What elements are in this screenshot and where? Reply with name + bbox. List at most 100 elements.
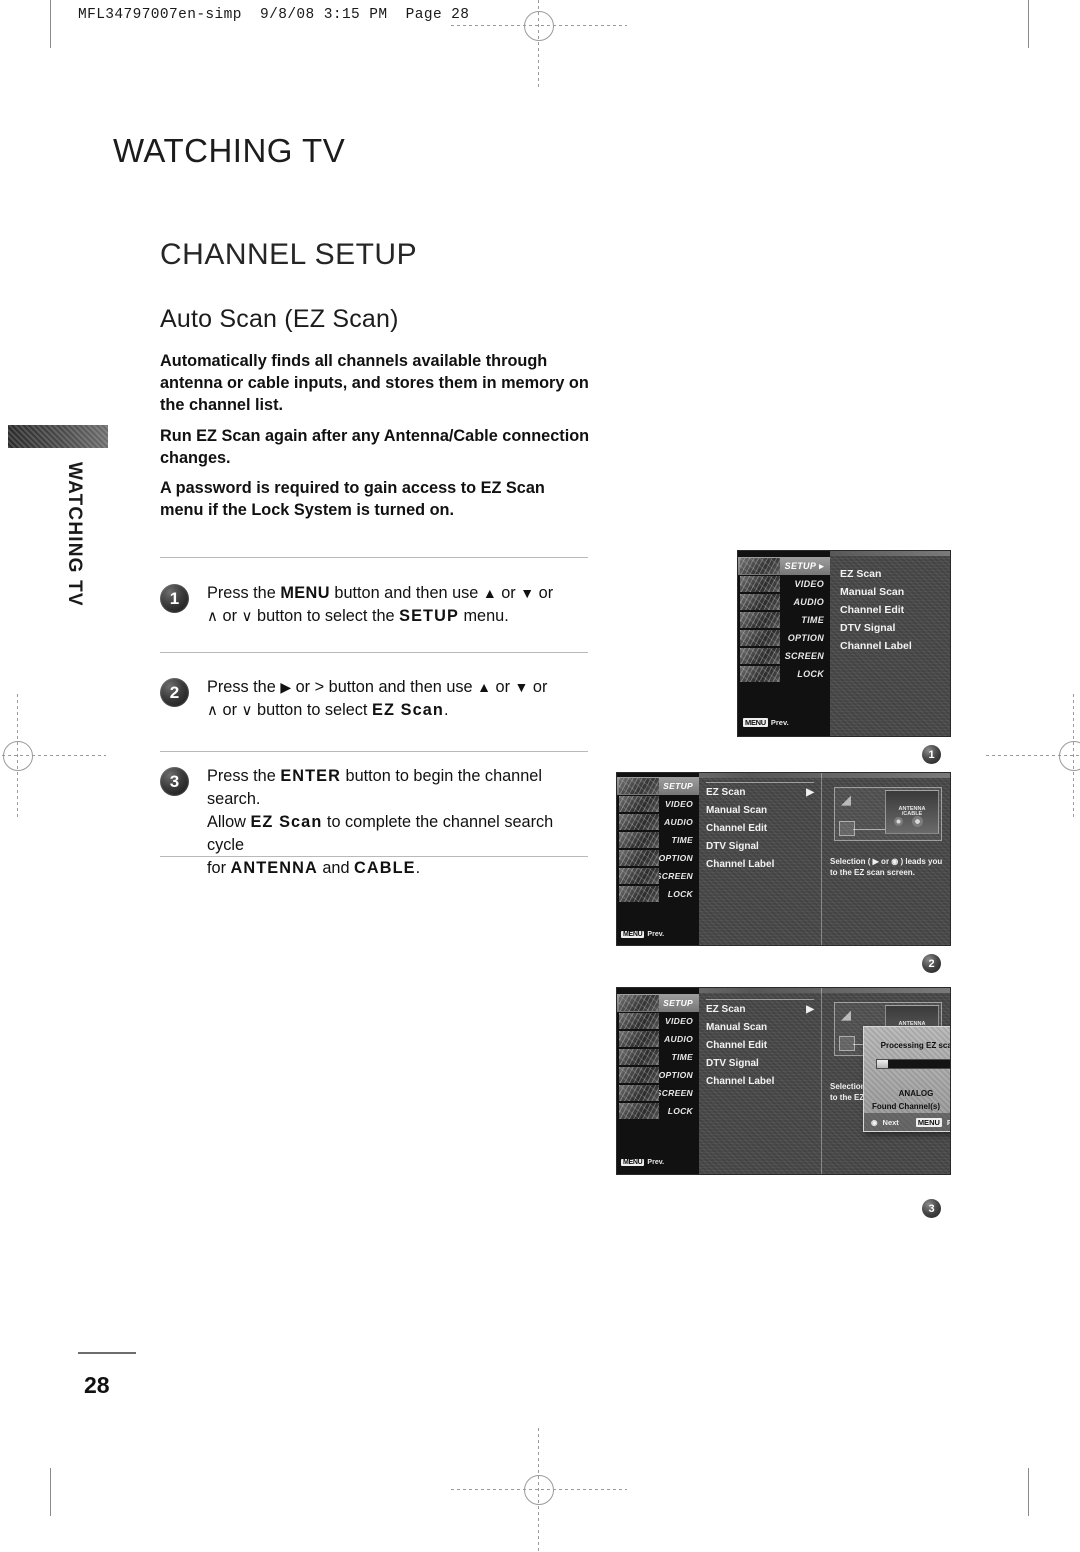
trim-line-left-top — [50, 0, 51, 48]
osd-1-menu-item-ez-scan[interactable]: EZ Scan — [830, 565, 950, 583]
subsection-title: Auto Scan (EZ Scan) — [160, 305, 399, 333]
screen-thumbnail-icon — [740, 648, 780, 664]
osd-3-sidebar-item-setup[interactable]: SETUP — [617, 994, 699, 1012]
step-3-enter-key: ENTER — [280, 767, 341, 785]
osd-2-sidebar-item-lock[interactable]: LOCK — [617, 885, 699, 903]
step-2-l1-tail: or — [528, 678, 548, 696]
osd-1-sidebar-item-setup[interactable]: SETUP ▸ — [738, 557, 830, 575]
antenna-icon: ◢ — [841, 1007, 851, 1022]
section-title: CHANNEL SETUP — [160, 238, 418, 271]
osd-1-sidebar-label-screen: SCREEN — [784, 651, 824, 661]
osd-2-menu-item-ez-scan[interactable]: EZ Scan ▶ — [699, 783, 821, 801]
osd-2-prev-badge[interactable]: MENU Prev. — [621, 931, 664, 938]
processing-dialog-footer: ◉ Next MENU Prev. — [864, 1113, 950, 1131]
osd-1-sidebar-item-option[interactable]: OPTION — [738, 629, 830, 647]
osd-2-menu-list[interactable]: EZ Scan ▶ Manual Scan Channel Edit DTV S… — [699, 773, 821, 945]
step-1-l1-or: or — [496, 584, 521, 602]
osd-2-menu-item-channel-edit[interactable]: Channel Edit — [699, 819, 821, 837]
osd-1-menu-item-channel-edit[interactable]: Channel Edit — [830, 601, 950, 619]
osd-3-sidebar-item-option[interactable]: OPTION — [617, 1066, 699, 1084]
osd-1-sidebar-item-video[interactable]: VIDEO — [738, 575, 830, 593]
coax-plug-icon — [912, 816, 923, 827]
osd-2-sidebar-item-screen[interactable]: SCREEN — [617, 867, 699, 885]
osd-2-menu-label-channel-edit: Channel Edit — [706, 822, 768, 834]
audio-thumbnail-icon — [619, 1031, 659, 1047]
up-arrow-icon: ▲ — [482, 585, 497, 601]
osd-3-menu-top-rule — [706, 999, 814, 1000]
osd-2-menu-top-rule — [706, 782, 814, 783]
trim-line-right-top — [1028, 0, 1029, 48]
osd-2-sidebar-label-screen: SCREEN — [655, 871, 693, 881]
osd-1-menu-item-dtv-signal[interactable]: DTV Signal — [830, 619, 950, 637]
osd-2-sidebar-label-video: VIDEO — [665, 799, 693, 809]
osd-3-sidebar-item-lock[interactable]: LOCK — [617, 1102, 699, 1120]
page-number-rule — [78, 1352, 136, 1354]
dialog-row-found-channels: Found Channel(s) 4 — [872, 1102, 950, 1111]
osd-3-sidebar[interactable]: SETUP VIDEO AUDIO TIME OPTION SCREEN LOC… — [617, 988, 699, 1174]
menu-key-icon: MENU — [743, 718, 768, 727]
osd-1-sidebar-item-screen[interactable]: SCREEN — [738, 647, 830, 665]
right-arrow-icon: ▶ — [806, 786, 814, 798]
audio-thumbnail-icon — [619, 814, 659, 830]
antenna-icon: ◢ — [841, 792, 851, 807]
step-1: 1 Press the MENU button and then use ▲ o… — [160, 582, 592, 628]
osd-1-sidebar-label-audio: AUDIO — [793, 597, 824, 607]
paragraph-2: Run EZ Scan again after any Antenna/Cabl… — [160, 426, 590, 467]
screen-thumbnail-icon — [619, 868, 659, 884]
osd-1-menu-item-manual-scan[interactable]: Manual Scan — [830, 583, 950, 601]
processing-dialog: Processing EZ scan... ANALOG 9 Found Cha… — [863, 1026, 950, 1132]
chapter-title: WATCHING TV — [113, 132, 346, 169]
osd-3-menu-list[interactable]: EZ Scan ▶ Manual Scan Channel Edit DTV S… — [699, 988, 821, 1174]
osd-2-menu-label-dtv-signal: DTV Signal — [706, 840, 759, 852]
osd-2-menu-item-channel-label[interactable]: Channel Label — [699, 855, 821, 873]
osd-1-prev-badge[interactable]: MENU Prev. — [743, 718, 789, 727]
time-thumbnail-icon — [619, 832, 659, 848]
osd-2-sidebar-item-time[interactable]: TIME — [617, 831, 699, 849]
osd-2-sidebar-item-option[interactable]: OPTION — [617, 849, 699, 867]
step-3-text: Press the ENTER button to begin the chan… — [207, 765, 592, 880]
step-2-text: Press the ▶ or > button and then use ▲ o… — [207, 676, 592, 722]
osd-3-menu-label-channel-label: Channel Label — [706, 1075, 775, 1087]
osd-2-hint-line-1: Selection ( ▶ or ◉ ) leads you — [830, 857, 943, 866]
dialog-label-analog: ANALOG — [898, 1089, 934, 1098]
osd-2-sidebar-item-video[interactable]: VIDEO — [617, 795, 699, 813]
osd-3-menu-item-manual-scan[interactable]: Manual Scan — [699, 1018, 821, 1036]
osd-1-sidebar[interactable]: SETUP ▸ VIDEO AUDIO TIME OPTION SCREEN L… — [738, 551, 830, 736]
step-1-l2-tail: menu. — [458, 607, 509, 625]
video-thumbnail-icon — [619, 1013, 659, 1029]
osd-3-menu-item-channel-edit[interactable]: Channel Edit — [699, 1036, 821, 1054]
osd-2-menu-item-manual-scan[interactable]: Manual Scan — [699, 801, 821, 819]
step-3-l3-a: for — [207, 859, 231, 877]
osd-2-sidebar-label-audio: AUDIO — [664, 817, 693, 827]
right-arrow-icon: ▶ — [806, 1003, 814, 1015]
osd-1-sidebar-item-time[interactable]: TIME — [738, 611, 830, 629]
osd-3-sidebar-item-screen[interactable]: SCREEN — [617, 1084, 699, 1102]
osd-1-menu-label-dtv-signal: DTV Signal — [840, 622, 896, 634]
osd-3-prev-badge[interactable]: MENU Prev. — [621, 1159, 664, 1166]
step-2-l1-c: or > button and then use — [291, 678, 478, 696]
step-2-l1-or: or — [490, 678, 515, 696]
chevron-down-icon: ∨ — [241, 702, 253, 719]
down-arrow-icon: ▼ — [514, 679, 529, 695]
audio-thumbnail-icon — [740, 594, 780, 610]
dialog-prev-label: Prev. — [946, 1117, 950, 1127]
osd-1-sidebar-item-audio[interactable]: AUDIO — [738, 593, 830, 611]
osd-2-sidebar-item-setup[interactable]: SETUP — [617, 777, 699, 795]
paragraph-3: A password is required to gain access to… — [160, 479, 545, 520]
osd-2-sidebar-item-audio[interactable]: AUDIO — [617, 813, 699, 831]
osd-3-sidebar-item-audio[interactable]: AUDIO — [617, 1030, 699, 1048]
osd-3-menu-item-channel-label[interactable]: Channel Label — [699, 1072, 821, 1090]
osd-1-menu-item-channel-label[interactable]: Channel Label — [830, 637, 950, 655]
osd-2-menu-item-dtv-signal[interactable]: DTV Signal — [699, 837, 821, 855]
osd-3-menu-item-dtv-signal[interactable]: DTV Signal — [699, 1054, 821, 1072]
osd-3-menu-item-ez-scan[interactable]: EZ Scan ▶ — [699, 1000, 821, 1018]
osd-1-menu-list[interactable]: EZ Scan Manual Scan Channel Edit DTV Sig… — [830, 551, 950, 736]
osd-3-menu-label-ez-scan: EZ Scan — [706, 1003, 746, 1015]
step-3-l2-a: Allow — [207, 813, 251, 831]
osd-2-sidebar[interactable]: SETUP VIDEO AUDIO TIME OPTION SCREEN LOC… — [617, 773, 699, 945]
osd-1-sidebar-item-lock[interactable]: LOCK — [738, 665, 830, 683]
osd-3-sidebar-item-time[interactable]: TIME — [617, 1048, 699, 1066]
osd-3-sidebar-item-video[interactable]: VIDEO — [617, 1012, 699, 1030]
osd-2-sidebar-label-option: OPTION — [658, 853, 693, 863]
registration-mark-right — [986, 694, 1080, 818]
